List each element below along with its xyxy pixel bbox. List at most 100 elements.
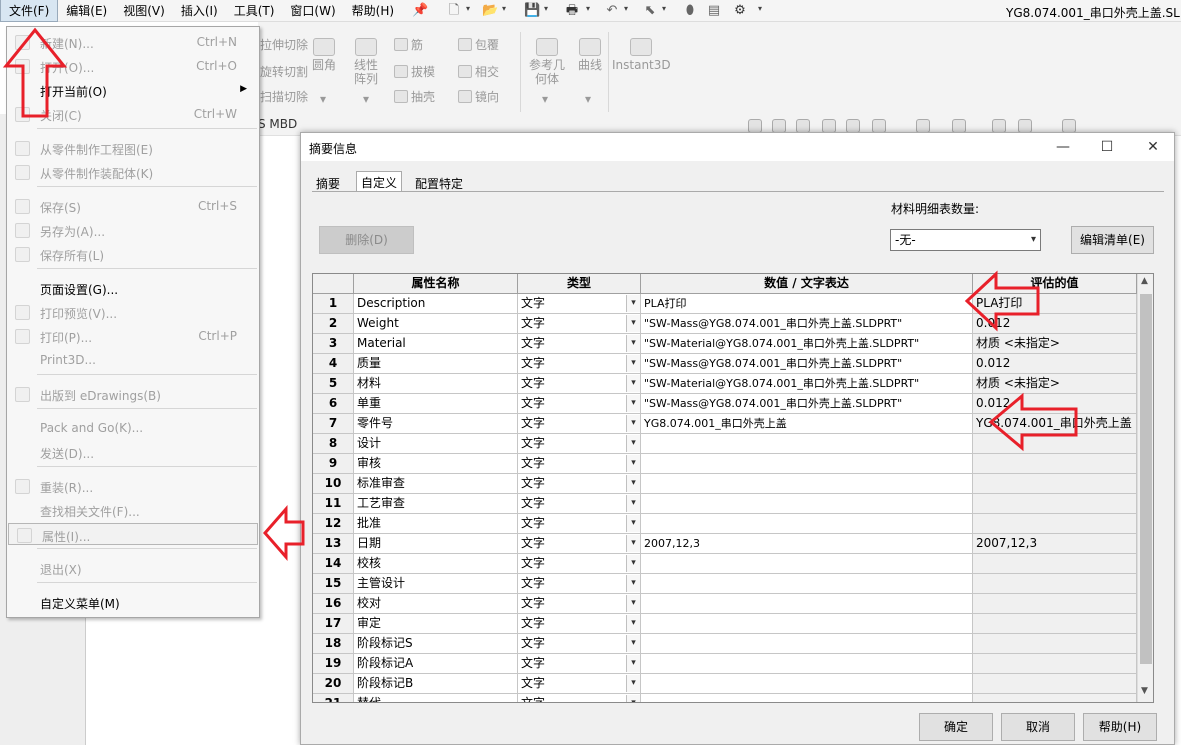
file-menu-item-properties[interactable]: 属性(I)... <box>8 523 258 545</box>
file-menu-item-save-as[interactable]: 另存为(A)... <box>7 219 259 241</box>
menu-window[interactable]: 窗口(W) <box>282 0 343 21</box>
select-dropdown-icon[interactable]: ▾ <box>662 4 666 13</box>
chevron-down-icon[interactable]: ▾ <box>626 475 640 492</box>
property-type-cell[interactable]: 文字 ▾ <box>518 594 641 614</box>
ok-button[interactable]: 确定 <box>919 713 993 741</box>
chevron-down-icon[interactable]: ▾ <box>626 575 640 592</box>
save-icon[interactable]: 💾 <box>524 3 540 19</box>
ribbon-rib[interactable]: 筋 <box>394 36 423 53</box>
save-dropdown-icon[interactable]: ▾ <box>544 4 548 13</box>
chevron-down-icon[interactable]: ▾ <box>626 655 640 672</box>
tab-custom[interactable]: 自定义 <box>356 171 403 192</box>
property-value-cell[interactable] <box>641 594 973 614</box>
previous-view-icon[interactable] <box>796 119 810 133</box>
property-value-cell[interactable]: PLA打印 <box>641 294 973 314</box>
chevron-down-icon[interactable]: ▾ <box>626 535 640 552</box>
property-value-cell[interactable] <box>641 474 973 494</box>
file-menu-item-print3d[interactable]: Print3D... <box>7 349 259 371</box>
chevron-down-icon[interactable]: ▾ <box>626 675 640 692</box>
menu-help[interactable]: 帮助(H) <box>344 0 402 21</box>
property-value-cell[interactable]: "SW-Material@YG8.074.001_串口外壳上盖.SLDPRT" <box>641 334 973 354</box>
property-type-cell[interactable]: 文字 ▾ <box>518 314 641 334</box>
bom-quantity-select[interactable]: -无- ▾ <box>890 229 1041 251</box>
edit-list-button[interactable]: 编辑清单(E) <box>1071 226 1154 254</box>
select-icon[interactable]: ⬉ <box>642 3 658 19</box>
delete-button[interactable]: 删除(D) <box>319 226 414 254</box>
chevron-down-icon[interactable]: ▾ <box>626 355 640 372</box>
property-value-cell[interactable] <box>641 434 973 454</box>
property-type-cell[interactable]: 文字 ▾ <box>518 634 641 654</box>
property-type-cell[interactable]: 文字 ▾ <box>518 414 641 434</box>
chevron-down-icon[interactable]: ▾ <box>626 295 640 312</box>
property-name-cell[interactable]: 标准审查 <box>354 474 518 494</box>
property-type-cell[interactable]: 文字 ▾ <box>518 614 641 634</box>
rebuild-icon[interactable]: ⬮ <box>682 3 698 19</box>
close-icon[interactable]: ✕ <box>1143 137 1163 157</box>
property-name-cell[interactable]: 批准 <box>354 514 518 534</box>
ribbon-shell[interactable]: 抽壳 <box>394 88 435 105</box>
menu-tools[interactable]: 工具(T) <box>226 0 283 21</box>
property-name-cell[interactable]: 材料 <box>354 374 518 394</box>
property-name-cell[interactable]: 审核 <box>354 454 518 474</box>
chevron-down-icon[interactable]: ▾ <box>626 555 640 572</box>
tab-summary[interactable]: 摘要 <box>312 173 344 192</box>
file-menu-item-page-setup[interactable]: 页面设置(G)... <box>7 277 259 299</box>
file-menu-item-exit[interactable]: 退出(X) <box>7 557 259 579</box>
property-name-cell[interactable]: 阶段标记B <box>354 674 518 694</box>
undo-dropdown-icon[interactable]: ▾ <box>624 4 628 13</box>
ribbon-mirror[interactable]: 镜向 <box>458 88 499 105</box>
ribbon-curves[interactable]: 曲线 <box>572 38 608 72</box>
zoom-area-icon[interactable] <box>772 119 786 133</box>
view-settings-icon[interactable] <box>1062 119 1076 133</box>
undo-icon[interactable]: ↶ <box>604 3 620 19</box>
property-value-cell[interactable]: "SW-Mass@YG8.074.001_串口外壳上盖.SLDPRT" <box>641 394 973 414</box>
chevron-down-icon[interactable]: ▾ <box>626 435 640 452</box>
property-type-cell[interactable]: 文字 ▾ <box>518 434 641 454</box>
chevron-down-icon[interactable]: ▾ <box>626 615 640 632</box>
view-orientation-icon[interactable] <box>872 119 886 133</box>
new-file-icon[interactable]: 🗋 <box>446 3 462 19</box>
scroll-up-icon[interactable]: ▲ <box>1141 276 1148 286</box>
property-type-cell[interactable]: 文字 ▾ <box>518 654 641 674</box>
property-name-cell[interactable]: 主管设计 <box>354 574 518 594</box>
minimize-icon[interactable]: — <box>1053 137 1073 157</box>
property-value-cell[interactable]: "SW-Mass@YG8.074.001_串口外壳上盖.SLDPRT" <box>641 314 973 334</box>
property-type-cell[interactable]: 文字 ▾ <box>518 334 641 354</box>
refgeom-dropdown-icon[interactable]: ▾ <box>542 92 548 106</box>
property-type-cell[interactable]: 文字 ▾ <box>518 354 641 374</box>
display-style-icon[interactable] <box>916 119 930 133</box>
property-type-cell[interactable]: 文字 ▾ <box>518 394 641 414</box>
property-name-cell[interactable]: Material <box>354 334 518 354</box>
property-name-cell[interactable]: 校对 <box>354 594 518 614</box>
chevron-down-icon[interactable]: ▾ <box>626 335 640 352</box>
fillet-dropdown-icon[interactable]: ▾ <box>320 92 326 106</box>
chevron-down-icon[interactable]: ▾ <box>626 375 640 392</box>
pin-icon[interactable]: 📌 <box>412 3 428 18</box>
open-dropdown-icon[interactable]: ▾ <box>502 4 506 13</box>
ribbon-linear-pattern[interactable]: 线性阵列 <box>344 38 388 86</box>
chevron-down-icon[interactable]: ▾ <box>626 315 640 332</box>
property-name-cell[interactable]: 工艺审查 <box>354 494 518 514</box>
file-menu-item-make-assembly[interactable]: 从零件制作装配体(K) <box>7 161 259 183</box>
file-menu-item-send[interactable]: 发送(D)... <box>7 441 259 463</box>
new-dropdown-icon[interactable]: ▾ <box>466 4 470 13</box>
ribbon-draft[interactable]: 拔模 <box>394 63 435 80</box>
chevron-down-icon[interactable]: ▾ <box>626 595 640 612</box>
ribbon-revolve-cut[interactable]: 旋转切割 <box>260 63 308 80</box>
property-name-cell[interactable]: 质量 <box>354 354 518 374</box>
property-value-cell[interactable] <box>641 634 973 654</box>
file-menu-item-save[interactable]: 保存(S) Ctrl+S <box>7 195 259 217</box>
scene-icon[interactable] <box>1018 119 1032 133</box>
open-file-icon[interactable]: 📂 <box>482 3 498 19</box>
appearance-icon[interactable] <box>992 119 1006 133</box>
ribbon-instant3d[interactable]: Instant3D <box>612 38 671 72</box>
property-value-cell[interactable] <box>641 654 973 674</box>
property-name-cell[interactable]: Description <box>354 294 518 314</box>
section-view-icon[interactable] <box>822 119 836 133</box>
property-type-cell[interactable]: 文字 ▾ <box>518 454 641 474</box>
pattern-dropdown-icon[interactable]: ▾ <box>363 92 369 106</box>
print-icon[interactable]: 🖶 <box>564 3 580 19</box>
chevron-down-icon[interactable]: ▾ <box>626 395 640 412</box>
file-menu-item-pack-and-go[interactable]: Pack and Go(K)... <box>7 417 259 439</box>
property-name-cell[interactable]: 日期 <box>354 534 518 554</box>
